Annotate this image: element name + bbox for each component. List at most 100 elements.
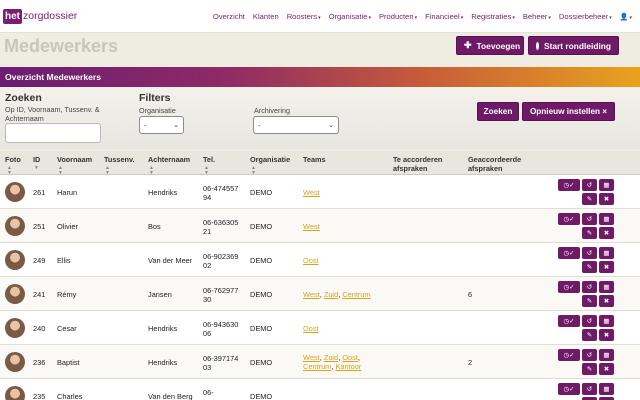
approve-button[interactable]: ◷✓: [558, 315, 580, 327]
start-tour-button[interactable]: Start rondleiding: [528, 36, 619, 55]
calendar-button[interactable]: ▦: [599, 383, 614, 395]
edit-button[interactable]: ✎: [582, 363, 597, 375]
nav-user-menu[interactable]: 👤▾: [620, 12, 632, 21]
team-link[interactable]: Centrum: [303, 362, 331, 371]
nav-item[interactable]: Producten▾: [379, 12, 417, 21]
table-row[interactable]: 240 Cesar Hendriks 06-94363006 DEMO Oost ◷✓ ↺ ▦ ✎…: [0, 311, 640, 345]
archiving-label: Archivering: [254, 106, 290, 115]
col-voornaam[interactable]: Voornaam: [57, 155, 92, 164]
col-achternaam[interactable]: Achternaam: [148, 155, 190, 164]
cell-organisatie: DEMO: [250, 188, 273, 197]
history-button[interactable]: ↺: [582, 315, 597, 327]
search-input[interactable]: [5, 123, 101, 143]
history-button[interactable]: ↺: [582, 213, 597, 225]
nav-item[interactable]: Organisatie▾: [329, 12, 371, 21]
calendar-button[interactable]: ▦: [599, 179, 614, 191]
edit-button[interactable]: ✎: [582, 295, 597, 307]
approve-button[interactable]: ◷✓: [558, 179, 580, 191]
delete-button[interactable]: ✖: [599, 193, 614, 205]
nav-item[interactable]: Klanten: [253, 12, 279, 21]
nav-item[interactable]: Roosters▾: [287, 12, 321, 21]
history-icon: ↺: [586, 386, 593, 393]
avatar: [5, 182, 25, 202]
team-link[interactable]: Zuid: [324, 290, 338, 299]
nav-item[interactable]: Dossierbeheer▾: [559, 12, 612, 21]
delete-button[interactable]: ✖: [599, 261, 614, 273]
team-link[interactable]: Kantoor: [335, 362, 361, 371]
history-icon: ↺: [586, 182, 593, 189]
team-link[interactable]: West: [303, 353, 320, 362]
approve-button[interactable]: ◷✓: [558, 383, 580, 395]
team-link[interactable]: West: [303, 188, 320, 197]
filters-title: Filters: [139, 92, 171, 104]
delete-button[interactable]: ✖: [599, 363, 614, 375]
col-tussenv[interactable]: Tussenv.: [104, 155, 135, 164]
nav-item[interactable]: Financieel▾: [425, 12, 463, 21]
edit-button[interactable]: ✎: [582, 227, 597, 239]
logo[interactable]: het zorgdossier: [3, 8, 77, 24]
clock-check-icon: ◷✓: [563, 284, 575, 291]
col-organisatie[interactable]: Organisatie: [250, 155, 290, 164]
table-row[interactable]: 241 Rémy Jansen 06-76297730 DEMO West, Zuid, …: [0, 277, 640, 311]
sort-desc-icon[interactable]: ▼: [34, 166, 39, 171]
table-row[interactable]: 261 Harun Hendriks 06-47455794 DEMO West ◷✓ ↺ ▦ ✎…: [0, 175, 640, 209]
approve-button[interactable]: ◷✓: [558, 213, 580, 225]
delete-button[interactable]: ✖: [599, 329, 614, 341]
close-icon: ✖: [603, 230, 610, 237]
col-id[interactable]: ID: [33, 155, 40, 164]
approve-button[interactable]: ◷✓: [558, 247, 580, 259]
nav-item-label: Financieel: [425, 12, 460, 21]
edit-button[interactable]: ✎: [582, 261, 597, 273]
reset-button[interactable]: Opnieuw instellen ×: [522, 102, 615, 121]
nav-item[interactable]: Beheer▾: [523, 12, 551, 21]
table-row[interactable]: 249 Ellis Van der Meer 06-90236902 DEMO Oost ◷…: [0, 243, 640, 277]
avatar: [5, 352, 25, 372]
search-button[interactable]: Zoeken: [477, 102, 519, 121]
play-circle-icon: [536, 41, 542, 50]
cell-id: 241: [33, 290, 46, 299]
delete-button[interactable]: ✖: [599, 295, 614, 307]
add-button[interactable]: ✚ Toevoegen: [456, 36, 524, 55]
calendar-button[interactable]: ▦: [599, 213, 614, 225]
calendar-button[interactable]: ▦: [599, 281, 614, 293]
organisation-select[interactable]: - ⌄: [139, 116, 184, 134]
clock-check-icon: ◷✓: [563, 386, 575, 393]
calendar-button[interactable]: ▦: [599, 247, 614, 259]
history-button[interactable]: ↺: [582, 349, 597, 361]
team-link[interactable]: Oost: [303, 256, 319, 265]
chevron-down-icon: ⌄: [173, 122, 179, 129]
edit-button[interactable]: ✎: [582, 193, 597, 205]
team-link[interactable]: Zuid: [324, 353, 338, 362]
calendar-button[interactable]: ▦: [599, 315, 614, 327]
nav-item-label: Beheer: [522, 12, 548, 21]
nav-item[interactable]: Registraties▾: [471, 12, 515, 21]
team-link[interactable]: Oost: [342, 353, 358, 362]
nav-item-label: Overzicht: [212, 12, 245, 21]
history-button[interactable]: ↺: [582, 281, 597, 293]
approve-button[interactable]: ◷✓: [558, 281, 580, 293]
table-row[interactable]: 251 Olivier Bos 06-63630521 DEMO West ◷✓ ↺ ▦ ✎ ✖: [0, 209, 640, 243]
cell-achternaam: Van der Meer: [148, 256, 193, 265]
chevron-down-icon: ▾: [609, 15, 612, 21]
history-button[interactable]: ↺: [582, 247, 597, 259]
col-foto[interactable]: Foto: [5, 155, 21, 164]
table-row[interactable]: 236 Baptist Hendriks 06-39717403 DEMO West, Z…: [0, 345, 640, 379]
nav-item[interactable]: Overzicht: [213, 12, 245, 21]
pencil-icon: ✎: [586, 230, 593, 237]
team-link[interactable]: Centrum: [342, 290, 370, 299]
table-row[interactable]: 235CharlesVan den Berg06-DEMO◷✓↺▦✎✖: [0, 379, 640, 400]
archiving-select[interactable]: - ⌄: [253, 116, 339, 134]
approve-button[interactable]: ◷✓: [558, 349, 580, 361]
history-button[interactable]: ↺: [582, 383, 597, 395]
team-link[interactable]: Oost: [303, 324, 319, 333]
edit-button[interactable]: ✎: [582, 329, 597, 341]
team-link[interactable]: West: [303, 222, 320, 231]
history-button[interactable]: ↺: [582, 179, 597, 191]
pencil-icon: ✎: [586, 366, 593, 373]
calendar-button[interactable]: ▦: [599, 349, 614, 361]
cell-teams: West, Zuid, Oost, Centrum, Kantoor: [303, 353, 362, 371]
delete-button[interactable]: ✖: [599, 227, 614, 239]
team-link[interactable]: West: [303, 290, 320, 299]
cell-id: 251: [33, 222, 46, 231]
col-tel[interactable]: Tel.: [203, 155, 215, 164]
